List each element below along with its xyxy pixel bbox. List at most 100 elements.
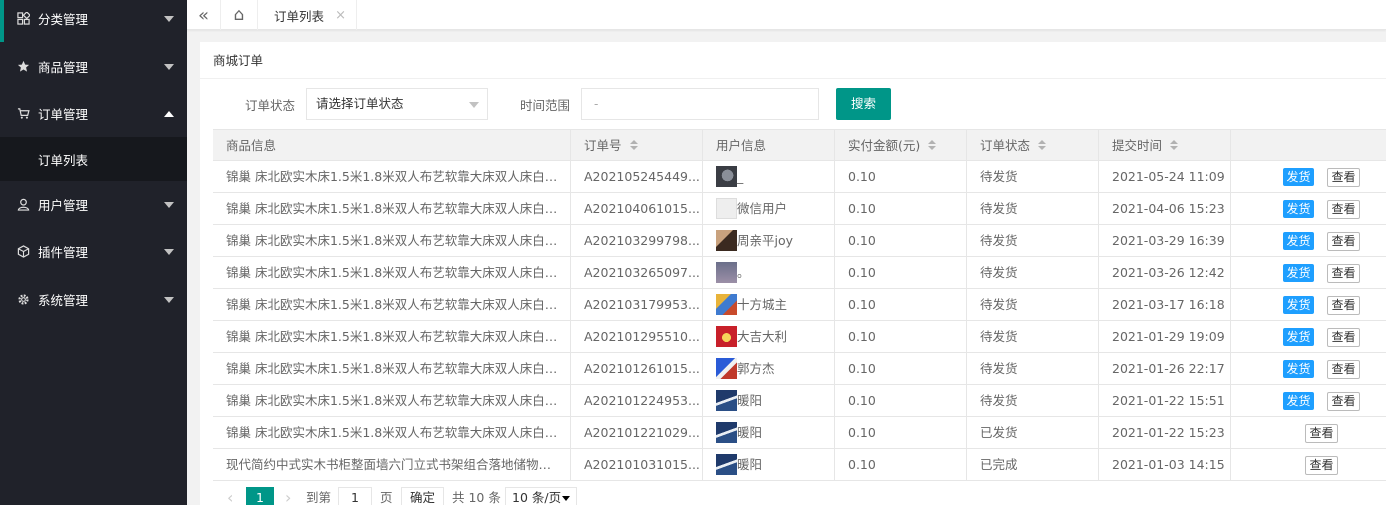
collapse-icon[interactable]: « bbox=[187, 0, 221, 30]
col-header-status[interactable]: 订单状态 bbox=[967, 130, 1099, 161]
time-cell: 2021-03-26 12:42 bbox=[1099, 257, 1231, 288]
actions-cell: 查看 bbox=[1231, 449, 1386, 480]
goto-label: 到第 bbox=[306, 490, 332, 505]
cube-icon bbox=[16, 245, 30, 259]
user-cell: 微信用户 bbox=[703, 193, 835, 224]
table-row: 现代简约中式实木书柜整面墙六门立式书架组合落地储物柜家具 A20210103101… bbox=[213, 449, 1386, 481]
sidebar-item-system[interactable]: 系统管理 bbox=[0, 276, 187, 323]
sidebar-subitem-order-list[interactable]: 订单列表 bbox=[0, 137, 187, 181]
col-header-order-no[interactable]: 订单号 bbox=[571, 130, 703, 161]
status-cell: 待发货 bbox=[967, 385, 1099, 416]
amount-cell: 0.10 bbox=[835, 353, 967, 384]
status-cell: 已发货 bbox=[967, 417, 1099, 448]
user-name: _ bbox=[737, 169, 744, 184]
actions-cell: 发货 查看 bbox=[1231, 225, 1386, 256]
current-page[interactable]: 1 bbox=[246, 487, 274, 505]
ship-button[interactable]: 发货 bbox=[1283, 200, 1314, 218]
star-icon bbox=[16, 60, 30, 74]
table-row: 锦巢 床北欧实木床1.5米1.8米双人布艺软靠大床双人床白蜡木家具 A202101… bbox=[213, 417, 1386, 449]
ship-button[interactable]: 发货 bbox=[1283, 392, 1314, 410]
actions-cell: 发货 查看 bbox=[1231, 193, 1386, 224]
user-cell: 周亲平joy bbox=[703, 225, 835, 256]
chevron-down-icon bbox=[164, 248, 174, 255]
page-label: 页 bbox=[380, 490, 393, 505]
user-cell: 暖阳 bbox=[703, 417, 835, 448]
order-no-cell: A202101295510... bbox=[571, 321, 703, 352]
ship-button[interactable]: 发货 bbox=[1283, 296, 1314, 314]
next-page-icon[interactable]: › bbox=[285, 487, 291, 505]
view-button[interactable]: 查看 bbox=[1327, 360, 1360, 379]
product-cell: 锦巢 床北欧实木床1.5米1.8米双人布艺软靠大床双人床白蜡木家具 bbox=[213, 417, 571, 448]
view-button[interactable]: 查看 bbox=[1305, 424, 1338, 443]
table-row: 锦巢 床北欧实木床1.5米1.8米双人布艺软靠大床双人床白蜡木家具 A202101… bbox=[213, 321, 1386, 353]
amount-cell: 0.10 bbox=[835, 257, 967, 288]
sidebar-item-products[interactable]: 商品管理 bbox=[0, 43, 187, 90]
close-icon[interactable]: × bbox=[335, 8, 346, 23]
status-cell: 待发货 bbox=[967, 193, 1099, 224]
status-cell: 已完成 bbox=[967, 449, 1099, 480]
sidebar-item-label: 系统管理 bbox=[38, 293, 89, 308]
view-button[interactable]: 查看 bbox=[1327, 328, 1360, 347]
sidebar-item-label: 分类管理 bbox=[38, 12, 89, 27]
avatar bbox=[716, 198, 737, 219]
actions-cell: 发货 查看 bbox=[1231, 161, 1386, 192]
table-row: 锦巢 床北欧实木床1.5米1.8米双人布艺软靠大床双人床白蜡木家具 A202103… bbox=[213, 225, 1386, 257]
amount-cell: 0.10 bbox=[835, 289, 967, 320]
product-cell: 锦巢 床北欧实木床1.5米1.8米双人布艺软靠大床双人床白蜡木家具 bbox=[213, 193, 571, 224]
ship-button[interactable]: 发货 bbox=[1283, 360, 1314, 378]
view-button[interactable]: 查看 bbox=[1327, 168, 1360, 187]
tab-bar: « ⌂ 订单列表 × bbox=[187, 0, 1386, 30]
avatar bbox=[716, 262, 737, 283]
user-name: 微信用户 bbox=[737, 201, 788, 216]
grid-icon bbox=[16, 12, 30, 26]
ship-button[interactable]: 发货 bbox=[1283, 264, 1314, 282]
sort-icon[interactable] bbox=[629, 140, 638, 151]
status-select[interactable]: 请选择订单状态 bbox=[306, 88, 488, 120]
view-button[interactable]: 查看 bbox=[1327, 232, 1360, 251]
home-icon[interactable]: ⌂ bbox=[221, 0, 258, 30]
view-button[interactable]: 查看 bbox=[1327, 296, 1360, 315]
status-cell: 待发货 bbox=[967, 321, 1099, 352]
status-cell: 待发货 bbox=[967, 161, 1099, 192]
col-header-user: 用户信息 bbox=[703, 130, 835, 161]
user-name: 。 bbox=[737, 265, 750, 280]
sidebar-item-users[interactable]: 用户管理 bbox=[0, 181, 187, 228]
pagination: ‹ 1 › 到第 1 页 确定 共 10 条 10 条/页 bbox=[213, 483, 913, 505]
sort-icon[interactable] bbox=[928, 140, 937, 151]
time-range-input[interactable]: - bbox=[581, 88, 819, 120]
ship-button[interactable]: 发货 bbox=[1283, 328, 1314, 346]
sort-icon[interactable] bbox=[1170, 140, 1179, 151]
search-button[interactable]: 搜索 bbox=[836, 88, 891, 120]
product-cell: 锦巢 床北欧实木床1.5米1.8米双人布艺软靠大床双人床白蜡木家具 bbox=[213, 289, 571, 320]
product-cell: 锦巢 床北欧实木床1.5米1.8米双人布艺软靠大床双人床白蜡木家具 bbox=[213, 353, 571, 384]
amount-cell: 0.10 bbox=[835, 161, 967, 192]
view-button[interactable]: 查看 bbox=[1305, 456, 1338, 475]
page-size-select[interactable]: 10 条/页 bbox=[505, 487, 577, 505]
view-button[interactable]: 查看 bbox=[1327, 264, 1360, 283]
sidebar-item-orders[interactable]: 订单管理 bbox=[0, 90, 187, 137]
col-header-time[interactable]: 提交时间 bbox=[1099, 130, 1231, 161]
tab-order-list[interactable]: 订单列表 × bbox=[258, 0, 357, 30]
chevron-down-icon bbox=[164, 63, 174, 70]
prev-page-icon[interactable]: ‹ bbox=[227, 487, 233, 505]
ship-button[interactable]: 发货 bbox=[1283, 232, 1314, 250]
view-button[interactable]: 查看 bbox=[1327, 392, 1360, 411]
user-cell: 大吉大利 bbox=[703, 321, 835, 352]
goto-confirm-button[interactable]: 确定 bbox=[401, 487, 444, 505]
chevron-down-icon bbox=[164, 201, 174, 208]
product-cell: 锦巢 床北欧实木床1.5米1.8米双人布艺软靠大床双人床白蜡木家具 bbox=[213, 225, 571, 256]
sidebar-item-category[interactable]: 分类管理 bbox=[0, 0, 187, 42]
view-button[interactable]: 查看 bbox=[1327, 200, 1360, 219]
col-header-amount[interactable]: 实付金额(元) bbox=[835, 130, 967, 161]
goto-page-input[interactable]: 1 bbox=[338, 487, 372, 505]
table-row: 锦巢 床北欧实木床1.5米1.8米双人布艺软靠大床双人床白蜡木家具 A202101… bbox=[213, 353, 1386, 385]
actions-cell: 发货 查看 bbox=[1231, 257, 1386, 288]
amount-cell: 0.10 bbox=[835, 385, 967, 416]
user-cell: 暖阳 bbox=[703, 449, 835, 480]
sort-icon[interactable] bbox=[1038, 140, 1047, 151]
chevron-down-icon bbox=[164, 15, 174, 22]
ship-button[interactable]: 发货 bbox=[1283, 168, 1314, 186]
sidebar-item-plugins[interactable]: 插件管理 bbox=[0, 228, 187, 275]
order-no-cell: A202101221029... bbox=[571, 417, 703, 448]
status-select-value: 请选择订单状态 bbox=[316, 96, 404, 111]
